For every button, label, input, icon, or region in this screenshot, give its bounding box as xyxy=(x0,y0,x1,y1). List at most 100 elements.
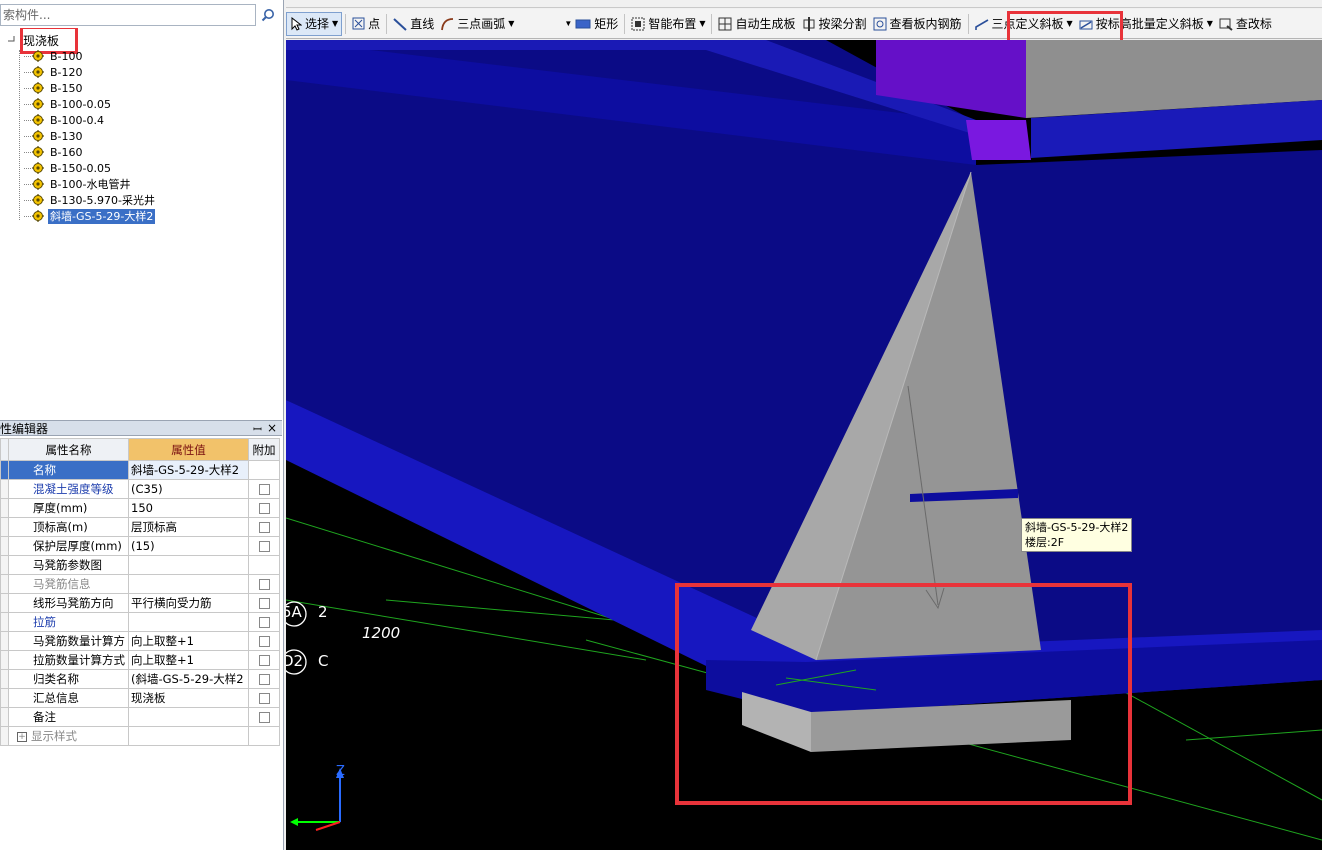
extra-checkbox[interactable] xyxy=(258,540,270,552)
property-row[interactable]: 拉筋数量计算方式 向上取整+1 xyxy=(0,650,280,670)
property-value[interactable] xyxy=(128,555,249,575)
tree-item[interactable]: B-160 xyxy=(24,144,85,160)
search-button[interactable] xyxy=(258,5,278,25)
property-value[interactable]: (C35) xyxy=(128,479,249,499)
chevron-down-icon[interactable]: ▼ xyxy=(508,19,514,28)
pin-icon[interactable]: ꟷ xyxy=(253,422,262,437)
extra-checkbox[interactable] xyxy=(258,673,270,685)
property-value[interactable] xyxy=(128,612,249,632)
extra-checkbox[interactable] xyxy=(258,502,270,514)
property-row[interactable]: 混凝土强度等级 (C35) xyxy=(0,479,280,499)
search-input[interactable] xyxy=(0,4,256,26)
property-value[interactable]: 向上取整+1 xyxy=(128,650,249,670)
property-extra[interactable] xyxy=(248,479,280,499)
property-row[interactable]: 厚度(mm) 150 xyxy=(0,498,280,518)
property-extra[interactable] xyxy=(248,593,280,613)
property-value[interactable] xyxy=(128,707,249,727)
tree-item[interactable]: B-130 xyxy=(24,128,85,144)
tree-item[interactable]: 斜墙-GS-5-29-大样2 xyxy=(24,208,156,224)
tree-item-label: B-120 xyxy=(50,65,83,79)
property-row[interactable]: 拉筋 xyxy=(0,612,280,632)
property-row[interactable]: 马凳筋参数图 xyxy=(0,555,280,575)
tree-item[interactable]: B-130-5.970-采光井 xyxy=(24,192,157,208)
3d-viewport[interactable]: 5A 2 D2 C 1200 Z 斜墙-GS-5-29-大样2 楼层:2F xyxy=(286,40,1322,850)
rect-button[interactable]: 矩形 xyxy=(572,12,621,36)
point-button[interactable]: 点 xyxy=(349,12,383,36)
close-icon[interactable]: × xyxy=(267,421,277,435)
property-row[interactable]: 归类名称 (斜墙-GS-5-29-大样2 xyxy=(0,669,280,689)
property-name: 马凳筋参数图 xyxy=(8,555,129,575)
property-name: 线形马凳筋方向 xyxy=(8,593,129,613)
property-value[interactable]: 斜墙-GS-5-29-大样2 xyxy=(128,460,249,480)
property-extra[interactable] xyxy=(248,707,280,727)
tree-item[interactable]: B-100 xyxy=(24,48,85,64)
tree-item[interactable]: B-150 xyxy=(24,80,85,96)
extra-checkbox[interactable] xyxy=(258,521,270,533)
property-extra[interactable] xyxy=(248,574,280,594)
property-extra[interactable] xyxy=(248,669,280,689)
batch-slope-button[interactable]: 按标高批量定义斜板 ▼ xyxy=(1076,12,1216,36)
split-by-beam-button[interactable]: 按梁分割 xyxy=(799,12,870,36)
tree-item[interactable]: B-100-0.05 xyxy=(24,96,113,112)
collapse-icon[interactable] xyxy=(6,35,16,45)
property-value[interactable]: 150 xyxy=(128,498,249,518)
property-row[interactable]: 顶标高(m) 层顶标高 xyxy=(0,517,280,537)
tree-item[interactable]: B-150-0.05 xyxy=(24,160,113,176)
tree-item[interactable]: B-100-水电管井 xyxy=(24,176,132,192)
property-value[interactable] xyxy=(128,574,249,594)
auto-generate-slab-button[interactable]: 自动生成板 xyxy=(715,12,798,36)
extra-checkbox[interactable] xyxy=(258,483,270,495)
property-row[interactable]: 汇总信息 现浇板 xyxy=(0,688,280,708)
property-value[interactable] xyxy=(128,726,249,746)
expand-icon[interactable]: + xyxy=(17,731,27,742)
property-extra[interactable] xyxy=(248,536,280,556)
chevron-down-icon[interactable]: ▼ xyxy=(1067,19,1073,28)
extra-checkbox[interactable] xyxy=(258,597,270,609)
scene-canvas[interactable] xyxy=(286,40,1322,850)
property-extra[interactable] xyxy=(248,517,280,537)
select-label: 选择 xyxy=(305,17,330,31)
axis-label-c: C xyxy=(318,652,329,670)
line-button[interactable]: 直线 xyxy=(390,12,437,36)
property-extra[interactable] xyxy=(248,498,280,518)
tree-item[interactable]: B-100-0.4 xyxy=(24,112,106,128)
component-icon xyxy=(32,146,44,158)
extra-checkbox[interactable] xyxy=(258,692,270,704)
extra-checkbox[interactable] xyxy=(258,578,270,590)
smart-layout-button[interactable]: 智能布置 ▼ xyxy=(628,12,708,36)
extra-checkbox[interactable] xyxy=(258,711,270,723)
three-point-slope-button[interactable]: 三点定义斜板 ▼ xyxy=(972,12,1076,36)
property-row[interactable]: 备注 xyxy=(0,707,280,727)
check-change-button[interactable]: 查改标 xyxy=(1216,12,1275,36)
property-row[interactable]: 马凳筋数量计算方 向上取整+1 xyxy=(0,631,280,651)
chevron-down-icon[interactable]: ▼ xyxy=(699,19,705,28)
property-value[interactable]: 向上取整+1 xyxy=(128,631,249,651)
property-row[interactable]: 名称 斜墙-GS-5-29-大样2 xyxy=(0,460,280,480)
chevron-down-icon[interactable]: ▼ xyxy=(332,19,338,28)
property-value[interactable]: (斜墙-GS-5-29-大样2 xyxy=(128,669,249,689)
property-value[interactable]: 平行横向受力筋 xyxy=(128,593,249,613)
chevron-down-icon[interactable]: ▼ xyxy=(1207,19,1213,28)
extra-checkbox[interactable] xyxy=(258,654,270,666)
toolbar-separator xyxy=(345,13,347,34)
property-value[interactable]: (15) xyxy=(128,536,249,556)
property-row[interactable]: 线形马凳筋方向 平行横向受力筋 xyxy=(0,593,280,613)
extra-checkbox[interactable] xyxy=(258,635,270,647)
property-row[interactable]: + 显示样式 xyxy=(0,726,280,746)
property-row[interactable]: 保护层厚度(mm) (15) xyxy=(0,536,280,556)
property-value[interactable]: 层顶标高 xyxy=(128,517,249,537)
property-name: 混凝土强度等级 xyxy=(8,479,129,499)
rebar-icon xyxy=(873,17,887,30)
tree-item[interactable]: B-120 xyxy=(24,64,85,80)
chevron-down-icon[interactable]: ▼ xyxy=(564,19,572,28)
property-extra[interactable] xyxy=(248,612,280,632)
property-extra[interactable] xyxy=(248,650,280,670)
property-extra[interactable] xyxy=(248,688,280,708)
property-value[interactable]: 现浇板 xyxy=(128,688,249,708)
select-button[interactable]: 选择 ▼ xyxy=(286,11,343,36)
property-row[interactable]: 马凳筋信息 xyxy=(0,574,280,594)
property-extra[interactable] xyxy=(248,631,280,651)
view-slab-rebar-button[interactable]: 查看板内钢筋 xyxy=(870,12,965,36)
arc-button[interactable]: 三点画弧 ▼ xyxy=(437,12,517,36)
extra-checkbox[interactable] xyxy=(258,616,270,628)
